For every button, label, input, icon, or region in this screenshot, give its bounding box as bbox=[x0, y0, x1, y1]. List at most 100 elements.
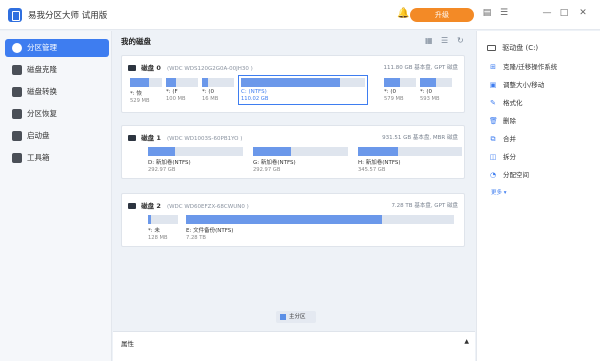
partition-bar bbox=[202, 78, 234, 87]
app-logo-icon bbox=[8, 8, 22, 22]
partition-fill bbox=[148, 215, 151, 224]
sidebar: 分区管理 磁盘克隆 磁盘转换 分区恢复 启动盘 工具箱 bbox=[0, 31, 112, 361]
partition-icon bbox=[12, 43, 22, 53]
action-allocate-space[interactable]: ◔ 分配空间 bbox=[489, 169, 529, 179]
windows-icon: ⊞ bbox=[490, 63, 496, 71]
disk-card-0[interactable]: 磁盘 0 (WDC WDS120G2G0A-00JH30 ) 111.80 GB… bbox=[121, 55, 465, 113]
selected-disk-text: 驱动盘 (C:) bbox=[502, 44, 539, 52]
minimize-icon[interactable]: — bbox=[541, 8, 553, 18]
action-delete[interactable]: 🗑 删除 bbox=[489, 115, 516, 125]
sidebar-item-label: 磁盘克隆 bbox=[27, 65, 57, 74]
disk-icon bbox=[128, 135, 136, 141]
selected-disk-label: 驱动盘 (C:) bbox=[487, 43, 538, 53]
allocate-icon: ◔ bbox=[489, 171, 497, 179]
disk-card-1[interactable]: 磁盘 1 (WDC WD1003S-60PB1YO ) 931.51 GB 基本… bbox=[121, 125, 465, 179]
sidebar-item-partition-recover[interactable]: 分区恢复 bbox=[5, 105, 109, 123]
merge-icon: ⧉ bbox=[490, 135, 496, 143]
partition-fill bbox=[186, 215, 382, 224]
partition-label: C: (NTFS) bbox=[241, 89, 267, 95]
partition-block[interactable]: H: 新加卷(NTFS) 345.57 GB bbox=[358, 147, 462, 173]
partition-fill bbox=[148, 147, 175, 156]
sidebar-item-disk-convert[interactable]: 磁盘转换 bbox=[5, 83, 109, 101]
partition-block[interactable]: D: 新加卷(NTFS) 292.97 GB bbox=[148, 147, 243, 173]
clone-icon bbox=[12, 65, 22, 75]
feedback-icon[interactable]: ▤ bbox=[481, 8, 493, 18]
partition-label: *: (0 bbox=[420, 89, 432, 95]
disk-header: 磁盘 1 (WDC WD1003S-60PB1YO ) bbox=[128, 132, 242, 142]
sidebar-item-boot-disk[interactable]: 启动盘 bbox=[5, 127, 109, 145]
sidebar-item-partition-manage[interactable]: 分区管理 bbox=[5, 39, 109, 57]
refresh-icon[interactable]: ↻ bbox=[457, 36, 464, 45]
partition-bar bbox=[420, 78, 452, 87]
disk-model: (WDC WD60EFZX-68CWUN0 ) bbox=[166, 204, 249, 210]
sidebar-item-label: 启动盘 bbox=[27, 131, 50, 140]
more-actions-link[interactable]: 更多 ▾ bbox=[491, 188, 507, 196]
resize-icon: ▣ bbox=[489, 81, 497, 89]
split-icon: ◫ bbox=[489, 153, 497, 161]
partition-label: D: 新加卷(NTFS) bbox=[148, 160, 191, 166]
bell-icon[interactable]: 🔔 bbox=[397, 8, 409, 19]
partition-bar bbox=[253, 147, 348, 156]
partition-block[interactable]: *: (0 593 MB bbox=[420, 78, 452, 102]
action-resize-move[interactable]: ▣ 调整大小/移动 bbox=[489, 79, 545, 89]
disk-info: 931.51 GB 基本盘, MBR 磁盘 bbox=[382, 135, 458, 141]
partition-block[interactable]: E: 文件备份(NTFS) 7.28 TB bbox=[186, 215, 454, 241]
action-clone-os[interactable]: ⊞ 克隆/迁移操作系统 bbox=[489, 61, 557, 71]
title-bar: 易我分区大师 试用版 🔔 升级 ▤ ☰ — □ ✕ bbox=[0, 0, 600, 30]
action-label: 合并 bbox=[503, 135, 516, 143]
partition-block[interactable]: G: 新加卷(NTFS) 292.97 GB bbox=[253, 147, 348, 173]
properties-bar[interactable]: 属性 ▲ bbox=[113, 331, 475, 361]
partition-block[interactable]: *: 未 128 MB bbox=[148, 215, 178, 241]
partition-bar bbox=[384, 78, 416, 87]
expand-up-icon[interactable]: ▲ bbox=[464, 338, 469, 345]
action-merge[interactable]: ⧉ 合并 bbox=[489, 133, 517, 144]
recover-icon bbox=[12, 109, 22, 119]
app-title: 易我分区大师 试用版 bbox=[28, 11, 108, 21]
sidebar-item-toolbox[interactable]: 工具箱 bbox=[5, 149, 109, 167]
legend-swatch bbox=[280, 314, 286, 320]
partition-size: 100 MB bbox=[166, 96, 186, 102]
partition-block[interactable]: *: (0 16 MB bbox=[202, 78, 234, 102]
list-view-icon[interactable]: ☰ bbox=[441, 36, 448, 45]
partition-block-selected[interactable]: C: (NTFS) 110.02 GB bbox=[238, 75, 368, 105]
action-format[interactable]: ✎ 格式化 bbox=[489, 97, 522, 107]
partition-block[interactable]: *: 恢 529 MB bbox=[130, 78, 162, 104]
close-icon[interactable]: ✕ bbox=[577, 8, 589, 18]
actions-panel: 驱动盘 (C:) ⊞ 克隆/迁移操作系统 ▣ 调整大小/移动 ✎ 格式化 🗑 删除 ⧉ 合… bbox=[476, 31, 600, 361]
maximize-icon[interactable]: □ bbox=[558, 8, 570, 18]
partition-bar bbox=[148, 215, 178, 224]
action-label: 删除 bbox=[503, 117, 516, 125]
disk-info: 7.28 TB 基本盘, GPT 磁盘 bbox=[391, 203, 458, 209]
disk-card-2[interactable]: 磁盘 2 (WDC WD60EFZX-68CWUN0 ) 7.28 TB 基本盘… bbox=[121, 193, 465, 247]
action-label: 调整大小/移动 bbox=[503, 81, 545, 89]
partition-label: *: 恢 bbox=[130, 91, 142, 97]
partition-block[interactable]: *: (F 100 MB bbox=[166, 78, 198, 102]
partition-size: 345.57 GB bbox=[358, 167, 386, 173]
menu-icon[interactable]: ☰ bbox=[498, 8, 510, 18]
action-split[interactable]: ◫ 拆分 bbox=[489, 151, 516, 161]
partition-size: 593 MB bbox=[420, 96, 440, 102]
page-title: 我的磁盘 bbox=[121, 37, 151, 46]
sidebar-item-disk-clone[interactable]: 磁盘克隆 bbox=[5, 61, 109, 79]
disk-icon bbox=[128, 203, 136, 209]
upgrade-button[interactable]: 升级 bbox=[410, 8, 474, 22]
partition-size: 579 MB bbox=[384, 96, 404, 102]
convert-icon bbox=[12, 87, 22, 97]
partition-fill bbox=[130, 78, 150, 87]
drive-icon bbox=[487, 45, 496, 51]
format-icon: ✎ bbox=[490, 99, 496, 107]
disk-info: 111.80 GB 基本盘, GPT 磁盘 bbox=[383, 65, 458, 71]
partition-size: 529 MB bbox=[130, 98, 150, 104]
partition-fill bbox=[384, 78, 400, 87]
partition-label: *: (F bbox=[166, 89, 178, 95]
partition-fill bbox=[358, 147, 398, 156]
partition-fill bbox=[420, 78, 436, 87]
partition-size: 110.02 GB bbox=[241, 96, 269, 102]
partition-block[interactable]: *: (0 579 MB bbox=[384, 78, 416, 102]
grid-view-icon[interactable]: ▦ bbox=[425, 36, 433, 45]
partition-bar bbox=[166, 78, 198, 87]
partition-bar bbox=[186, 215, 454, 224]
toolbox-icon bbox=[12, 153, 22, 163]
properties-label: 属性 bbox=[121, 340, 134, 348]
partition-label: *: (0 bbox=[384, 89, 396, 95]
